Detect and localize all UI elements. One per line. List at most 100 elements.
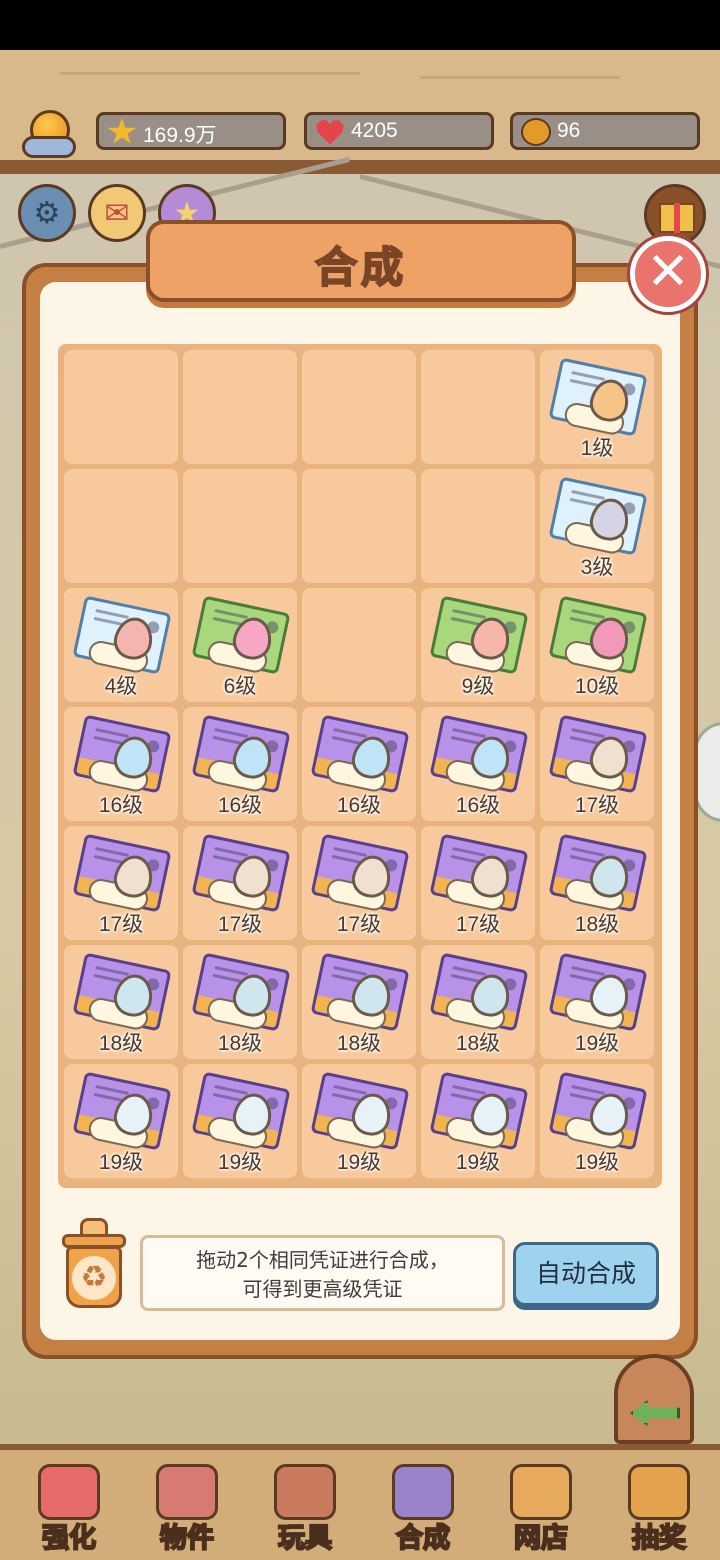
voucher-card xyxy=(429,833,529,913)
card-level: 1级 xyxy=(580,437,614,460)
card-level: 17级 xyxy=(98,913,144,936)
grid-cell-card[interactable]: 17级 xyxy=(183,826,297,940)
grid-cell-card[interactable]: 16级 xyxy=(183,707,297,821)
weather-avatar[interactable] xyxy=(22,108,78,160)
grid-cell-card[interactable]: 9级 xyxy=(421,588,535,702)
nav-tab[interactable]: 强化 xyxy=(10,1458,128,1556)
voucher-card xyxy=(548,476,648,556)
card-level: 18级 xyxy=(98,1032,144,1055)
voucher-card xyxy=(310,1071,410,1151)
grid-cell-card[interactable]: 19级 xyxy=(302,1064,416,1178)
voucher-card xyxy=(310,833,410,913)
heart-icon xyxy=(316,120,344,145)
card-level: 16级 xyxy=(336,794,382,817)
nav-tab[interactable]: 抽奖 xyxy=(600,1458,718,1556)
card-level: 17级 xyxy=(217,913,263,936)
dialog-title: 合成 xyxy=(314,242,407,293)
nav-tab-label: 网店 xyxy=(513,1522,569,1555)
nav-tab-icon xyxy=(274,1464,336,1520)
gift-ribbon xyxy=(674,203,680,233)
card-level: 19级 xyxy=(455,1151,501,1174)
grid-cell-card[interactable]: 18级 xyxy=(183,945,297,1059)
card-level: 4级 xyxy=(104,675,138,698)
grid-cell-card[interactable]: 3级 xyxy=(540,469,654,583)
close-button[interactable]: ✕ xyxy=(630,236,706,312)
card-level: 19级 xyxy=(98,1151,144,1174)
voucher-card xyxy=(191,595,291,675)
hint-line-2: 可得到更高级凭证 xyxy=(242,1277,403,1301)
grid-cell-empty xyxy=(302,588,416,702)
grid-cell-card[interactable]: 16级 xyxy=(421,707,535,821)
status-bar xyxy=(0,0,720,50)
grid-cell-card[interactable]: 18级 xyxy=(421,945,535,1059)
card-level: 9级 xyxy=(461,675,495,698)
wood-grain xyxy=(60,72,360,75)
mail-button[interactable]: ✉ xyxy=(88,184,146,242)
nav-tab-icon xyxy=(392,1464,454,1520)
nav-tab[interactable]: 玩具 xyxy=(246,1458,364,1556)
voucher-card xyxy=(429,595,529,675)
grid-cell-card[interactable]: 18级 xyxy=(64,945,178,1059)
grid-cell-empty xyxy=(302,350,416,464)
grid-cell-card[interactable]: 16级 xyxy=(302,707,416,821)
voucher-card xyxy=(191,714,291,794)
voucher-card xyxy=(548,714,648,794)
recycle-bin[interactable]: ♻ xyxy=(58,1218,130,1310)
grid-cell-card[interactable]: 19级 xyxy=(183,1064,297,1178)
card-level: 6级 xyxy=(223,675,257,698)
nav-tab-label: 合成 xyxy=(395,1522,451,1555)
nav-tab[interactable]: 合成 xyxy=(364,1458,482,1556)
grid-cell-card[interactable]: 19级 xyxy=(540,945,654,1059)
nav-tab-icon xyxy=(38,1464,100,1520)
card-level: 19级 xyxy=(336,1151,382,1174)
voucher-card xyxy=(72,1071,172,1151)
nav-tab-label: 强化 xyxy=(41,1522,97,1555)
card-level: 17级 xyxy=(336,913,382,936)
voucher-card xyxy=(191,952,291,1032)
nav-tab[interactable]: 网店 xyxy=(482,1458,600,1556)
grid-cell-card[interactable]: 19级 xyxy=(421,1064,535,1178)
nav-tab[interactable]: 物件 xyxy=(128,1458,246,1556)
grid-cell-card[interactable]: 17级 xyxy=(421,826,535,940)
stars-value: 169.9万 xyxy=(143,124,217,147)
grid-cell-card[interactable]: 17级 xyxy=(64,826,178,940)
voucher-card xyxy=(310,714,410,794)
hearts-counter[interactable]: 4205 xyxy=(304,112,494,150)
close-icon: ✕ xyxy=(646,242,690,302)
grid-cell-card[interactable]: 18级 xyxy=(302,945,416,1059)
grid-cell-card[interactable]: 17级 xyxy=(302,826,416,940)
top-bar-edge xyxy=(0,160,720,174)
card-level: 18级 xyxy=(574,913,620,936)
voucher-card xyxy=(548,952,648,1032)
stars-counter[interactable]: 169.9万 xyxy=(96,112,286,150)
grid-cell-card[interactable]: 10级 xyxy=(540,588,654,702)
grid-cell-card[interactable]: 19级 xyxy=(64,1064,178,1178)
paws-counter[interactable]: 96 xyxy=(510,112,700,150)
grid-cell-card[interactable]: 1级 xyxy=(540,350,654,464)
nav-tab-label: 物件 xyxy=(159,1522,215,1555)
voucher-card xyxy=(548,833,648,913)
grid-cell-empty xyxy=(64,350,178,464)
grid-cell-card[interactable]: 4级 xyxy=(64,588,178,702)
voucher-card xyxy=(191,1071,291,1151)
card-level: 18级 xyxy=(336,1032,382,1055)
settings-button[interactable]: ⚙ xyxy=(18,184,76,242)
nav-tab-label: 玩具 xyxy=(277,1522,333,1555)
grid-cell-card[interactable]: 16级 xyxy=(64,707,178,821)
grid-cell-card[interactable]: 18级 xyxy=(540,826,654,940)
card-level: 10级 xyxy=(574,675,620,698)
voucher-card xyxy=(429,1071,529,1151)
grid-cell-empty xyxy=(183,350,297,464)
auto-merge-button[interactable]: 自动合成 xyxy=(513,1242,659,1306)
exit-door-button[interactable] xyxy=(614,1354,694,1444)
grid-cell-empty xyxy=(421,350,535,464)
grid-cell-card[interactable]: 6级 xyxy=(183,588,297,702)
arrow-left-icon xyxy=(630,1400,680,1426)
card-level: 17级 xyxy=(574,794,620,817)
voucher-card xyxy=(72,595,172,675)
envelope-icon: ✉ xyxy=(104,195,130,231)
grid-cell-card[interactable]: 17级 xyxy=(540,707,654,821)
hearts-value: 4205 xyxy=(351,119,398,142)
gear-icon: ⚙ xyxy=(33,195,61,231)
grid-cell-card[interactable]: 19级 xyxy=(540,1064,654,1178)
